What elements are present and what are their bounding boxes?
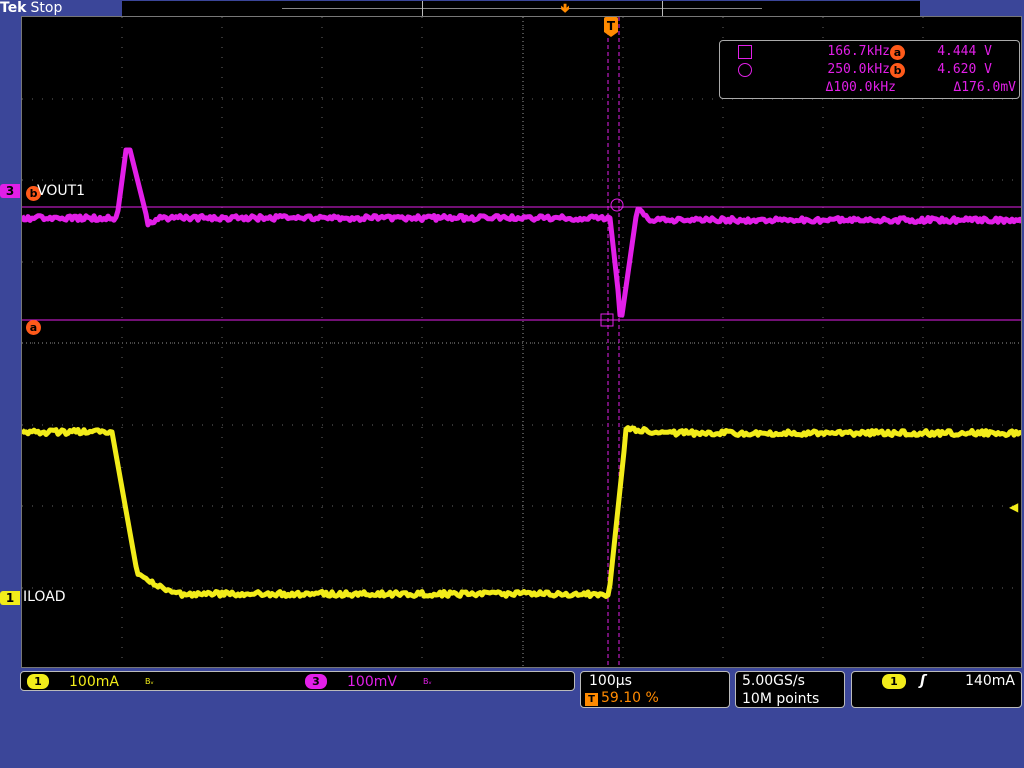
ch1-ground-marker[interactable]: 1 <box>0 591 20 605</box>
sample-rate: 5.00GS/s <box>742 672 844 690</box>
waveform-display <box>22 17 1022 668</box>
brand-header: Tek Stop <box>0 0 62 16</box>
delta-frequency: Δ100.0kHz <box>786 79 896 97</box>
record-bracket-left <box>422 1 423 16</box>
time-per-div[interactable]: 100µs <box>589 672 632 690</box>
cursor-b-readout-badge: b <box>890 63 905 78</box>
acquisition-panel[interactable]: 5.00GS/s 10M points <box>735 671 845 708</box>
cursor-b-voltage: 4.620 V <box>910 61 992 79</box>
ch1-bandwidth-icon: Bᵥ <box>145 676 154 688</box>
ch3-badge[interactable]: 3 <box>305 674 327 689</box>
trigger-position-readout[interactable]: T 59.10 % <box>585 690 659 706</box>
cursor-a-badge[interactable]: a <box>26 320 41 335</box>
ch3-bandwidth-icon: Bᵥ <box>423 676 432 688</box>
ch3-label: VOUT1 <box>37 183 85 199</box>
vout1-trace <box>22 150 1022 315</box>
ch1-label: ILOAD <box>23 589 66 605</box>
vertical-settings-bar[interactable]: 1 100mA Bᵥ 3 100mV Bᵥ <box>20 671 575 691</box>
trigger-position-value: 59.10 % <box>601 690 659 706</box>
oscilloscope-screen: Tek Stop 🢃 T 3 b VOUT1 a 1 ILOAD ◀ 166.7k… <box>0 0 1024 768</box>
graticule[interactable] <box>21 16 1022 668</box>
cursor-a-readout-badge: a <box>890 45 905 60</box>
trigger-level-icon[interactable]: ◀ <box>1009 500 1023 514</box>
cursor-a-voltage: 4.444 V <box>910 43 992 61</box>
trigger-t-small-icon: T <box>585 693 598 706</box>
rising-edge-icon[interactable]: ʃ <box>920 672 926 690</box>
trigger-source-badge[interactable]: 1 <box>882 674 906 689</box>
delta-voltage: Δ176.0mV <box>910 79 1016 97</box>
record-bracket-right <box>662 1 663 16</box>
horizontal-settings-panel[interactable]: 100µs T 59.10 % <box>580 671 730 708</box>
brand-name: Tek <box>0 0 27 16</box>
cursor-readout[interactable]: 166.7kHz a 4.444 V 250.0kHz b 4.620 V Δ1… <box>719 40 1020 99</box>
record-length: 10M points <box>742 690 844 708</box>
trigger-position-marker: 🢃 <box>560 1 570 16</box>
cursor-delta-row: Δ100.0kHz Δ176.0mV <box>720 79 1019 97</box>
circle-cursor-icon <box>738 63 752 77</box>
trigger-level[interactable]: 140mA <box>965 672 1015 690</box>
trigger-panel[interactable]: 1 ʃ 140mA <box>851 671 1022 708</box>
cursor-a-frequency: 166.7kHz <box>780 43 890 61</box>
cursor-a-row: 166.7kHz a 4.444 V <box>720 43 1019 61</box>
ch1-badge[interactable]: 1 <box>27 674 49 689</box>
cursor-b-circle-marker <box>611 199 623 211</box>
ch3-ground-marker[interactable]: 3 <box>0 184 20 198</box>
square-cursor-icon <box>738 45 752 59</box>
ch3-scale[interactable]: 100mV <box>347 673 397 691</box>
cursor-b-frequency: 250.0kHz <box>780 61 890 79</box>
record-view-bar[interactable] <box>122 1 920 16</box>
record-line <box>282 8 762 9</box>
cursor-b-row: 250.0kHz b 4.620 V <box>720 61 1019 79</box>
ch1-scale[interactable]: 100mA <box>69 673 119 691</box>
acquisition-state[interactable]: Stop <box>31 0 63 16</box>
iload-trace <box>22 428 1022 597</box>
